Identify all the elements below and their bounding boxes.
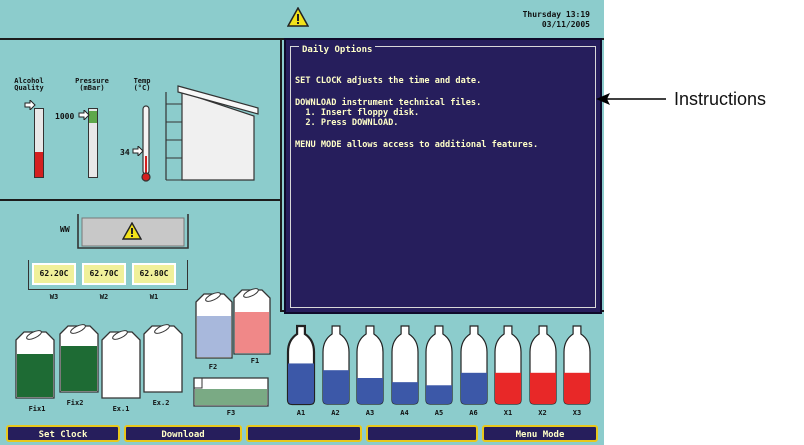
thermometer-icon	[141, 105, 151, 182]
alcohol-quality-fill	[35, 152, 43, 177]
header-time: Thursday 13:19	[522, 10, 590, 19]
instructions-callout-label: Instructions	[674, 89, 767, 109]
warning-triangle-icon[interactable]	[287, 7, 309, 27]
instrument-screen: Thursday 13:19 03/11/2005 Alcohol Qualit…	[0, 0, 604, 445]
bottle-a5[interactable]	[424, 324, 454, 406]
bottle-x1-label: X1	[503, 409, 513, 417]
bottle-a1[interactable]	[286, 324, 316, 406]
bottle-a6-label: A6	[469, 409, 478, 417]
fix1-container[interactable]	[14, 328, 60, 400]
retort-chamber[interactable]	[158, 80, 262, 184]
temp-pointer-icon	[132, 146, 144, 156]
panel-line-menu-mode: MENU MODE allows access to additional fe…	[295, 140, 539, 150]
bottle-x3-label: X3	[572, 409, 582, 417]
bottle-a1-label: A1	[296, 409, 306, 417]
bottle-a3[interactable]	[355, 324, 385, 406]
set-clock-button[interactable]: Set Clock	[6, 425, 120, 442]
f3-label: F3	[226, 409, 236, 417]
ex2-container[interactable]	[142, 322, 188, 394]
ex1-label: Ex.1	[112, 405, 130, 413]
blank-button-1[interactable]	[246, 425, 362, 442]
reagent-bottles: A1 A2 A3 A4 A5 A6 X1 X2 X3	[282, 324, 602, 420]
bottle-x2[interactable]	[528, 324, 558, 406]
download-button[interactable]: Download	[124, 425, 242, 442]
pressure-pointer-icon	[78, 110, 90, 120]
left-column-divider	[280, 38, 282, 312]
panel-line-step1: 1. Insert floppy disk.	[295, 108, 420, 118]
instructions-arrow-icon	[596, 93, 666, 105]
daily-options-frame: Daily Options SET CLOCK adjusts the time…	[290, 46, 596, 308]
alcohol-quality-label: Alcohol Quality	[14, 77, 44, 92]
header-date: 03/11/2005	[541, 20, 590, 29]
ww-warning-triangle-icon[interactable]	[122, 222, 142, 240]
wax-bath-w1[interactable]: 62.80C	[132, 263, 176, 285]
alcohol-pointer-icon	[24, 100, 36, 110]
bottle-a3-level	[357, 378, 383, 404]
pressure-value: 1000	[55, 112, 75, 121]
bottle-a4-level	[391, 382, 418, 404]
f1-label: F1	[250, 357, 260, 365]
ww-label: WW	[60, 225, 70, 234]
fix2-label: Fix2	[66, 399, 84, 407]
wax-bath-w2[interactable]: 62.70C	[82, 263, 126, 285]
bottle-a2-level	[322, 370, 349, 404]
panel-line-download: DOWNLOAD instrument technical files.	[295, 98, 482, 108]
bottle-x2-label: X2	[538, 409, 547, 417]
bottle-x3-level	[564, 372, 590, 404]
header-datetime: Thursday 13:19 03/11/2005	[500, 10, 590, 30]
bottle-a4[interactable]	[390, 324, 420, 406]
panel-line-set-clock: SET CLOCK adjusts the time and date.	[295, 76, 482, 86]
wax-bath-w2-label: W2	[99, 293, 109, 301]
bottle-x2-level	[529, 372, 556, 404]
ex1-container[interactable]	[100, 328, 146, 400]
bottle-a2[interactable]	[321, 324, 351, 406]
menu-mode-button[interactable]: Menu Mode	[482, 425, 598, 442]
bottle-a1-level	[288, 363, 314, 404]
f2-label: F2	[208, 363, 218, 371]
bottle-x1-level	[495, 372, 521, 404]
pressure-fill	[89, 111, 97, 123]
bottle-a5-label: A5	[434, 409, 444, 417]
wax-bath-w3-label: W3	[49, 293, 59, 301]
gauges-divider	[0, 199, 280, 201]
ex2-label: Ex.2	[152, 399, 170, 407]
temp-value: 34	[120, 148, 130, 157]
f1-container[interactable]	[232, 286, 276, 356]
alcohol-quality-gauge	[34, 108, 44, 178]
bottle-a4-label: A4	[400, 409, 409, 417]
panel-title: Daily Options	[299, 46, 376, 55]
bottle-a6-level	[460, 372, 487, 404]
temp-label: Temp (°C)	[133, 77, 151, 92]
bottle-a6[interactable]	[459, 324, 489, 406]
bottle-a3-label: A3	[365, 409, 375, 417]
wax-bath-w1-label: W1	[149, 293, 159, 301]
bottle-a5-level	[426, 385, 452, 404]
fix1-label: Fix1	[28, 405, 46, 413]
pressure-label: Pressure (mBar)	[75, 77, 109, 92]
blank-button-2[interactable]	[366, 425, 478, 442]
fix2-container[interactable]	[58, 322, 104, 394]
panel-line-step2: 2. Press DOWNLOAD.	[295, 118, 399, 128]
bottle-x3[interactable]	[562, 324, 592, 406]
f3-container[interactable]	[192, 374, 272, 408]
daily-options-panel: Daily Options SET CLOCK adjusts the time…	[284, 38, 602, 314]
bottle-x1[interactable]	[493, 324, 523, 406]
wax-bath-w3[interactable]: 62.20C	[32, 263, 76, 285]
bottle-a2-label: A2	[331, 409, 340, 417]
